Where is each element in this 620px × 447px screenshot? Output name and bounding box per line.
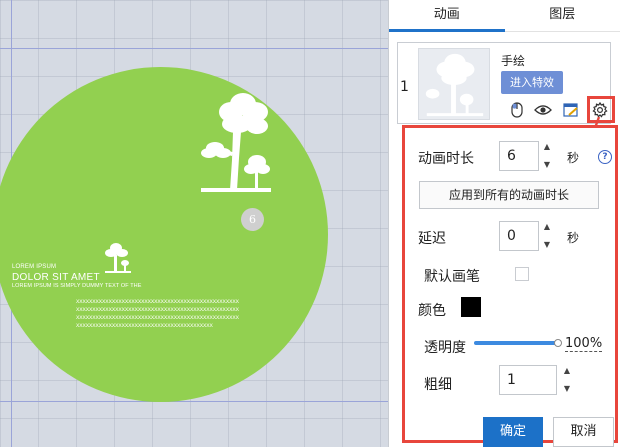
- guide-line-top: [0, 48, 388, 49]
- green-circle-shape[interactable]: [0, 67, 328, 402]
- big-tree-icon: [201, 93, 271, 192]
- default-pen-label: 默认画笔: [424, 269, 480, 285]
- stepper-up-icon[interactable]: ▲: [544, 221, 550, 233]
- delay-unit: 秒: [567, 231, 580, 245]
- lorem-small-text: LOREM IPSUM: [12, 264, 57, 270]
- placeholder-text-block: XXXXXXXXXXXXXXXXXXXXXXXXXXXXXXXXXXXXXXXX…: [76, 298, 239, 330]
- edit-window-icon[interactable]: [562, 101, 580, 119]
- canvas-area[interactable]: 6 LOREM IPSUM DOLOR SIT AMET LOREM IPSUM…: [0, 0, 388, 447]
- stepper-down-icon[interactable]: ▼: [544, 239, 550, 251]
- stepper-up-icon[interactable]: ▲: [564, 365, 570, 377]
- opacity-value[interactable]: 100%: [565, 336, 603, 352]
- color-swatch[interactable]: [461, 297, 481, 317]
- ok-button[interactable]: 确定: [483, 417, 543, 447]
- help-icon[interactable]: ?: [598, 150, 612, 164]
- stepper-down-icon[interactable]: ▼: [544, 159, 550, 171]
- placeholder-line: XXXXXXXXXXXXXXXXXXXXXXXXXXXXXXXXXXXXXXXX…: [76, 322, 213, 329]
- animation-name: 手绘: [501, 54, 526, 68]
- lorem-title-text: DOLOR SIT AMET: [12, 272, 100, 283]
- number-badge: 6: [241, 208, 264, 231]
- mouse-icon[interactable]: [508, 101, 526, 119]
- opacity-label: 透明度: [424, 340, 466, 356]
- lorem-subtitle-text: LOREM IPSUM IS SIMPLY DUMMY TEXT OF THE: [12, 283, 142, 289]
- opacity-slider-handle[interactable]: [554, 339, 562, 347]
- cancel-button[interactable]: 取消: [553, 417, 614, 447]
- thickness-stepper[interactable]: ▲ ▼: [561, 365, 573, 395]
- animation-thumbnail: [418, 48, 490, 120]
- tab-layers[interactable]: 图层: [505, 0, 620, 31]
- default-pen-checkbox[interactable]: [515, 267, 529, 281]
- enter-effect-button[interactable]: 进入特效: [501, 71, 563, 94]
- eye-icon[interactable]: [534, 101, 552, 119]
- stepper-down-icon[interactable]: ▼: [564, 383, 570, 395]
- thickness-label: 粗细: [424, 377, 452, 393]
- placeholder-line: XXXXXXXXXXXXXXXXXXXXXXXXXXXXXXXXXXXXXXXX…: [76, 298, 239, 305]
- apply-to-all-duration-button[interactable]: 应用到所有的动画时长: [419, 181, 599, 209]
- duration-label: 动画时长: [418, 151, 474, 167]
- duration-stepper[interactable]: ▲ ▼: [541, 141, 553, 171]
- opacity-slider-track[interactable]: [474, 341, 558, 345]
- small-tree-icon: [105, 243, 131, 273]
- placeholder-line: XXXXXXXXXXXXXXXXXXXXXXXXXXXXXXXXXXXXXXXX…: [76, 314, 239, 321]
- duration-unit: 秒: [567, 151, 580, 165]
- animation-settings-panel: 动画时长 6 ▲ ▼ 秒 ? 应用到所有的动画时长 延迟 0 ▲ ▼ 秒 默认画…: [402, 125, 618, 447]
- duration-input[interactable]: 6: [499, 141, 539, 171]
- animation-list-item[interactable]: 1 手绘 进入特效: [397, 42, 615, 124]
- tab-animation[interactable]: 动画: [389, 0, 505, 32]
- delay-input[interactable]: 0: [499, 221, 539, 251]
- stepper-up-icon[interactable]: ▲: [544, 141, 550, 153]
- thickness-input[interactable]: 1: [499, 365, 557, 395]
- placeholder-line: XXXXXXXXXXXXXXXXXXXXXXXXXXXXXXXXXXXXXXXX…: [76, 306, 239, 313]
- guide-line-bottom: [0, 401, 388, 402]
- panel-tabs: 动画 图层: [389, 0, 620, 32]
- color-label: 颜色: [418, 303, 446, 319]
- delay-label: 延迟: [418, 231, 446, 247]
- animation-index: 1: [400, 79, 409, 95]
- thumbnail-tree-icon: [425, 53, 484, 117]
- delay-stepper[interactable]: ▲ ▼: [541, 221, 553, 251]
